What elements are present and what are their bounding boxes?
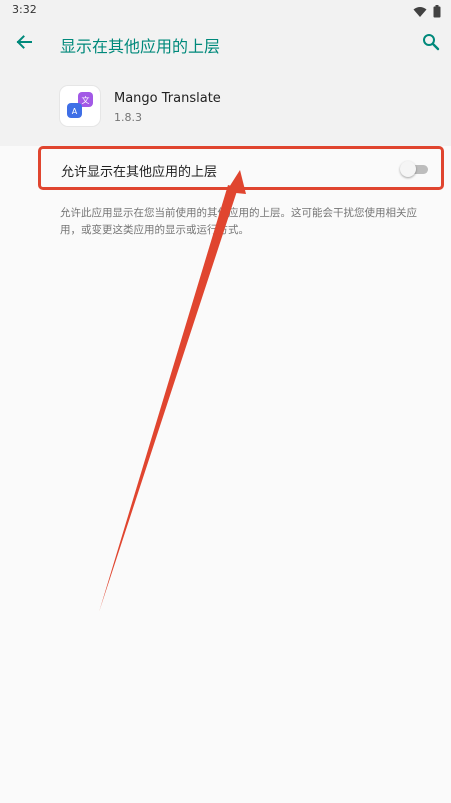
search-button[interactable] <box>419 32 443 56</box>
app-name: Mango Translate <box>114 91 221 106</box>
app-header: 文 A Mango Translate 1.8.3 <box>0 70 451 146</box>
app-version: 1.8.3 <box>114 111 142 124</box>
setting-description: 允许此应用显示在您当前使用的其他应用的上层。这可能会干扰您使用相关应用，或变更这… <box>60 207 417 236</box>
arrow-left-icon <box>15 33 33 55</box>
status-bar: 3:32 <box>0 0 451 20</box>
highlight-box <box>38 146 444 190</box>
app-bar: 显示在其他应用的上层 <box>0 20 451 70</box>
page-title: 显示在其他应用的上层 <box>60 37 221 56</box>
app-icon: 文 A <box>60 86 100 126</box>
app-icon-glyph-wen: 文 <box>82 95 90 105</box>
search-icon <box>422 33 440 55</box>
status-time: 3:32 <box>12 3 37 16</box>
back-button[interactable] <box>12 32 36 56</box>
app-icon-glyph-a: A <box>72 107 78 116</box>
